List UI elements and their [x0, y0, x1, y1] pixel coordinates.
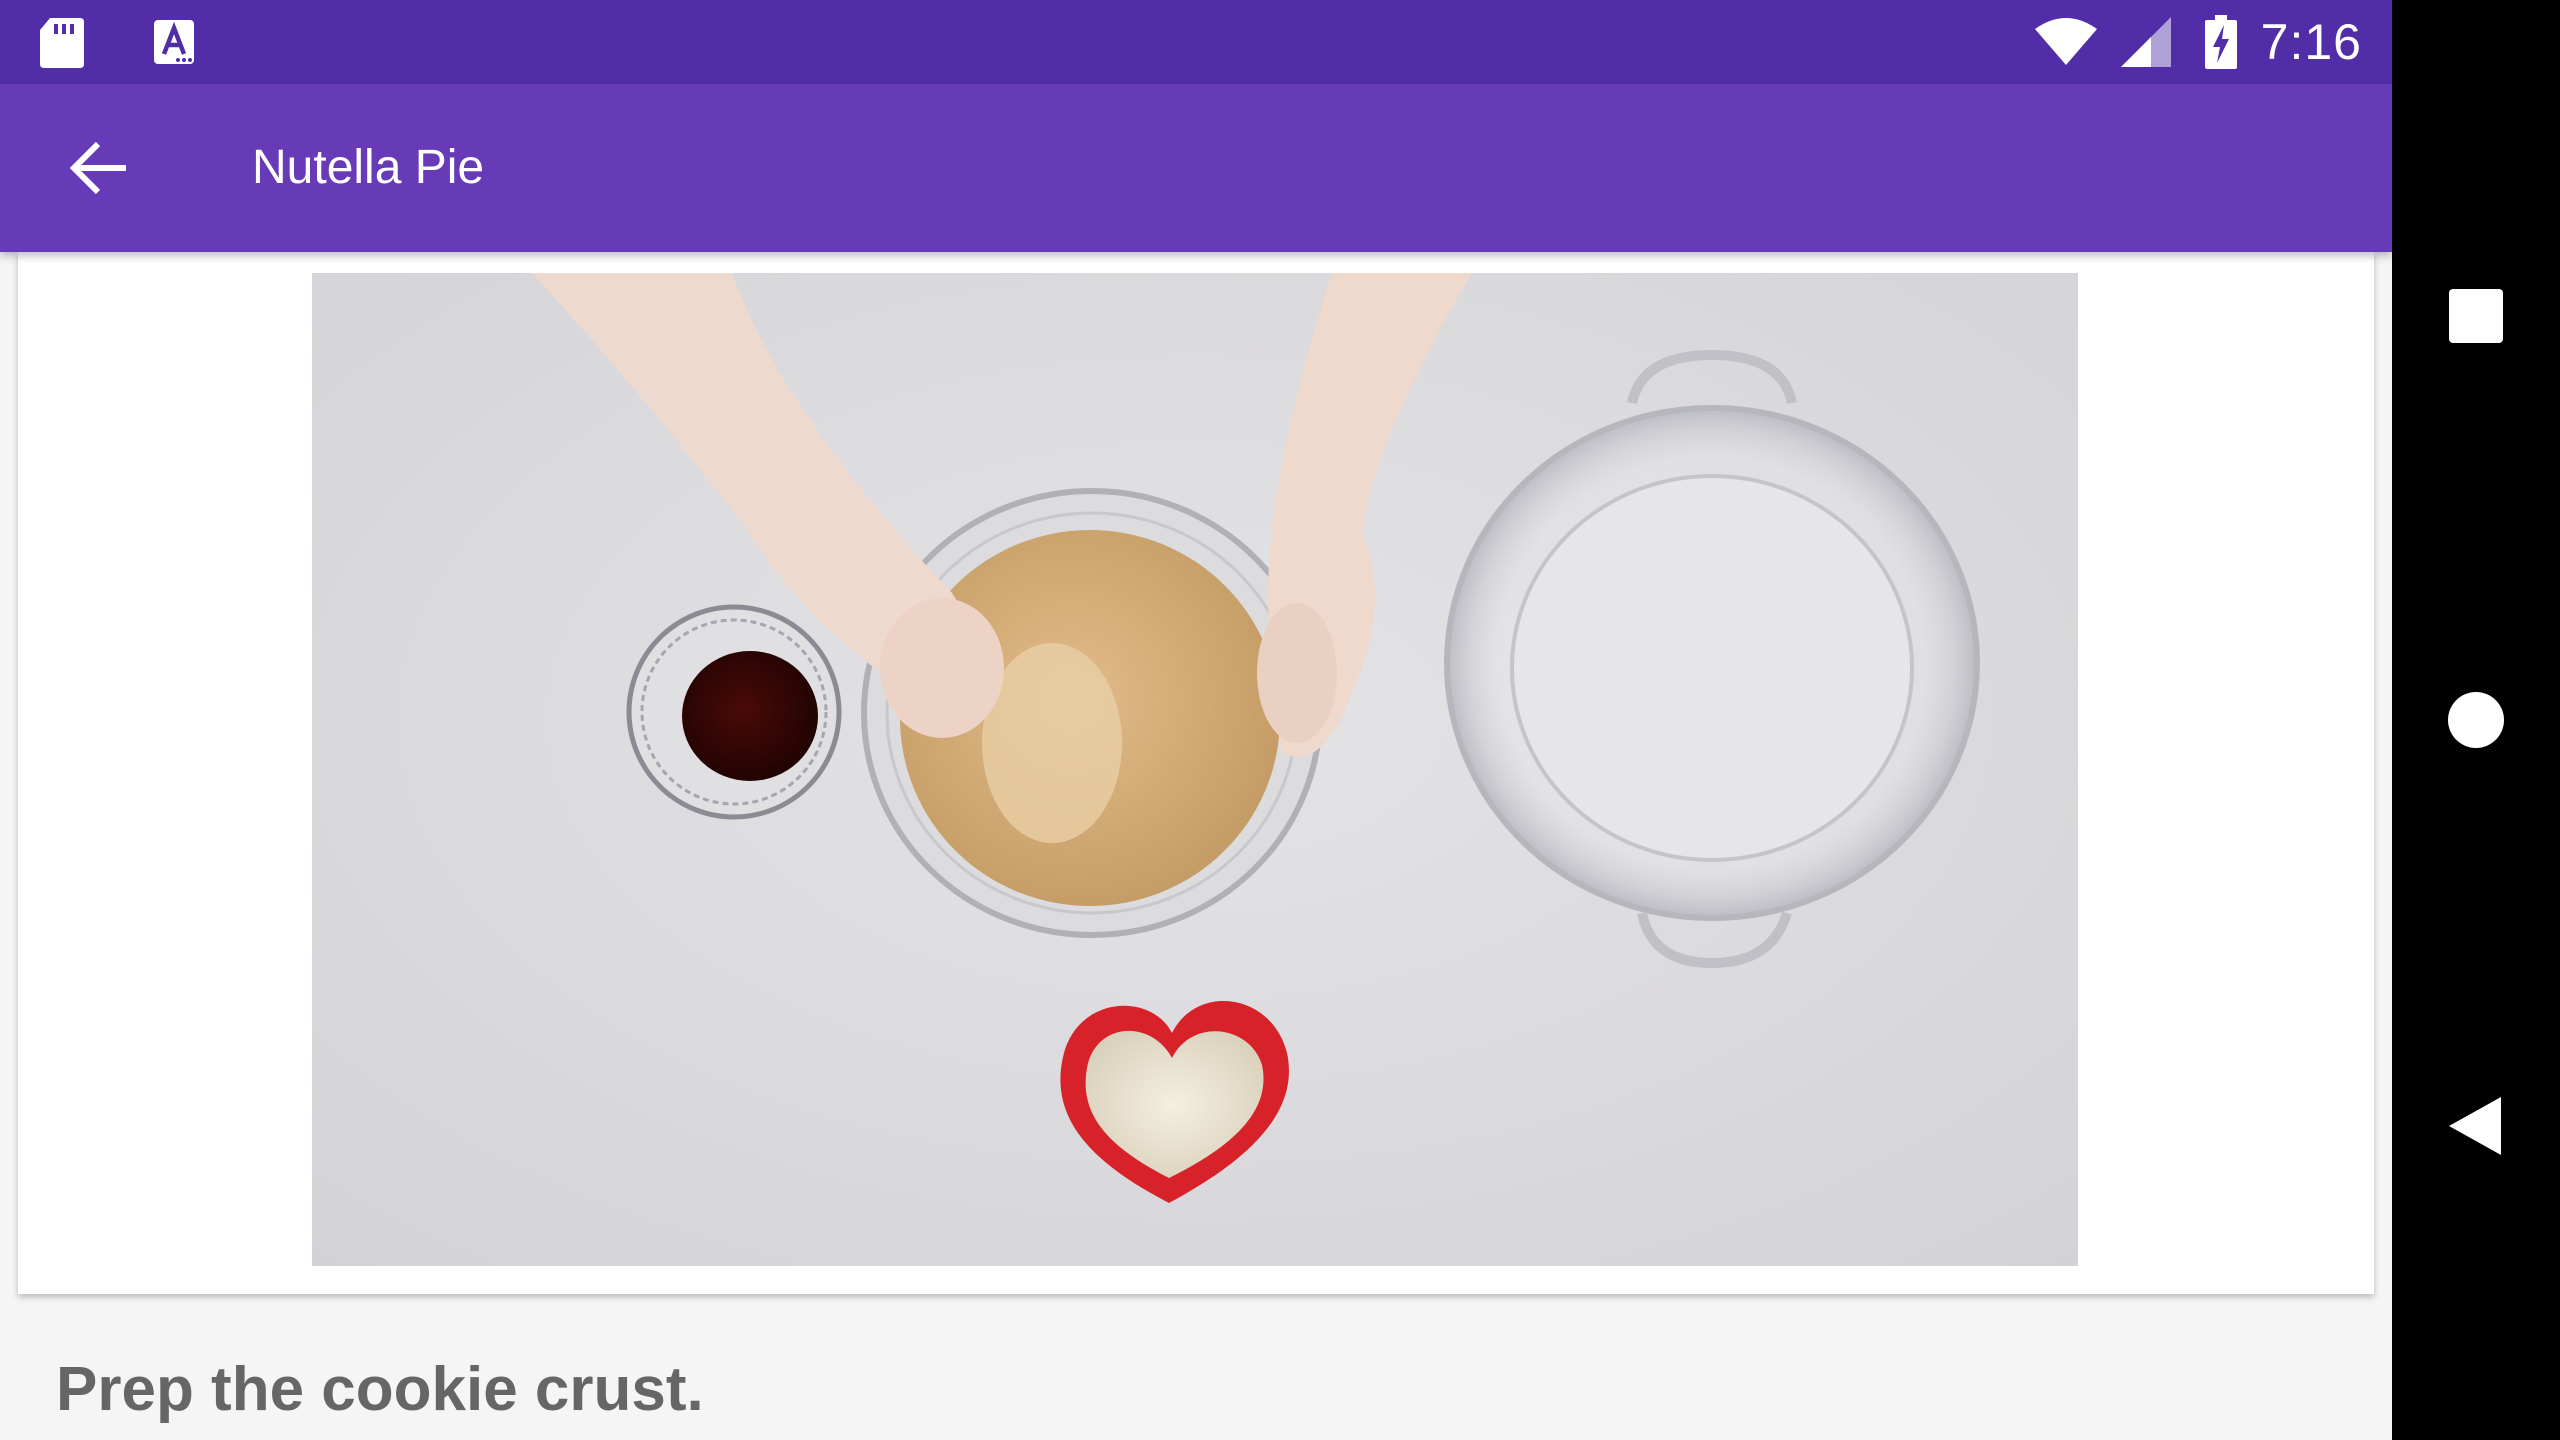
app-screen: 7:16 Nutella Pie Prep the cookie crust. [0, 0, 2392, 1440]
step-instruction: Prep the cookie crust. [56, 1355, 704, 1424]
home-button[interactable] [2426, 670, 2526, 770]
back-triangle-icon [2449, 1097, 2501, 1155]
wifi-icon [2034, 18, 2097, 65]
recents-square-icon [2449, 289, 2503, 343]
cell-signal-icon [2120, 17, 2171, 67]
home-circle-icon [2448, 692, 2504, 748]
accessibility-a-icon [154, 20, 194, 64]
battery-charging-icon [2204, 15, 2237, 69]
app-toolbar: Nutella Pie [0, 84, 2392, 252]
sd-card-icon [40, 18, 84, 68]
arrow-back-icon [69, 141, 126, 195]
back-button[interactable] [50, 128, 146, 208]
recents-button[interactable] [2426, 266, 2526, 366]
back-nav-button[interactable] [2426, 1076, 2526, 1176]
video-card [18, 252, 2374, 1294]
clock-time: 7:16 [2260, 14, 2362, 70]
recipe-video[interactable] [312, 273, 2078, 1266]
page-title: Nutella Pie [252, 141, 485, 194]
status-bar: 7:16 [0, 0, 2392, 84]
video-still-image [312, 273, 2078, 1266]
system-nav-bar [2392, 0, 2560, 1440]
